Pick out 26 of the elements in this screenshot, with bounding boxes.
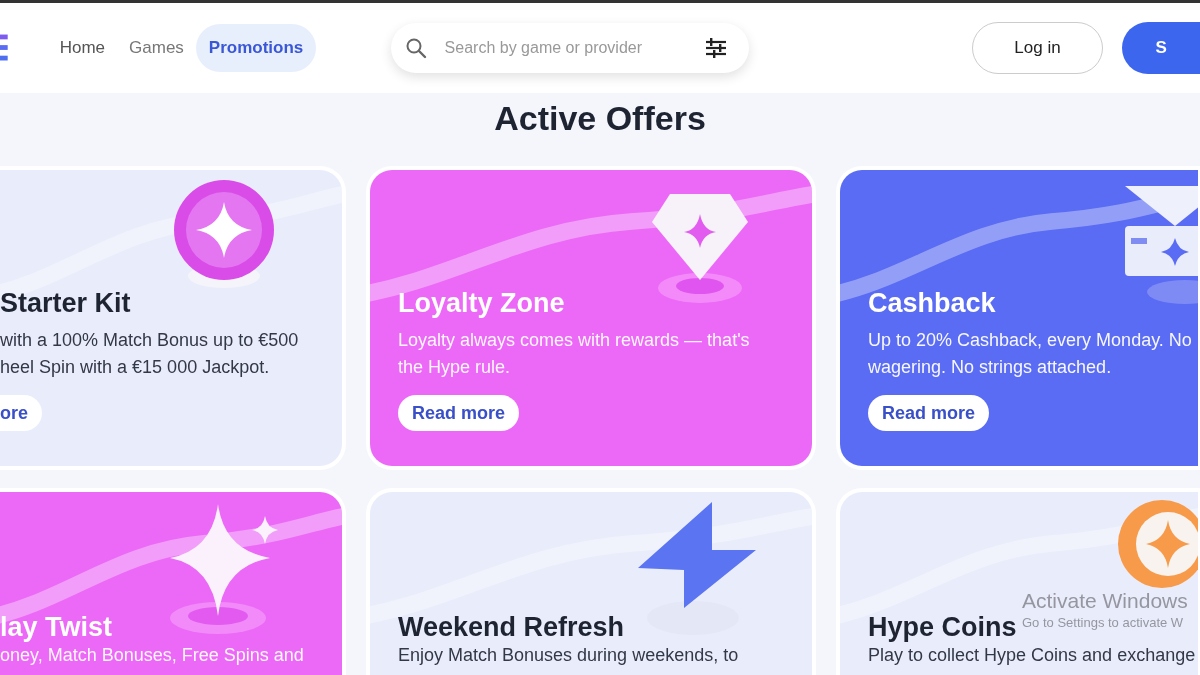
nav-link[interactable]: Games: [117, 24, 196, 72]
offer-title: Loyalty Zone: [398, 288, 565, 319]
offer-title: Starter Kit: [0, 288, 131, 319]
page-title: Active Offers: [493, 99, 707, 138]
read-more-button[interactable]: Read more: [868, 395, 990, 431]
offer-title: Weekend Refresh: [398, 612, 625, 643]
offer-description: Up to 20% Cashback, every Monday. No wagering. No strings attached.: [868, 329, 1193, 379]
filter-sliders-icon[interactable]: [705, 38, 728, 58]
signup-button[interactable]: S: [1121, 22, 1200, 74]
offer-description: with a 100% Match Bonus up to €500 heel Spin with a €15 000 Jackpot.: [0, 329, 300, 379]
read-more-button[interactable]: Read more: [398, 395, 520, 431]
offer-description: Play to collect Hype Coins and exchange: [868, 645, 1197, 665]
offer-title: Hype Coins: [868, 612, 1017, 643]
search-icon: [404, 37, 427, 59]
activation-notice-text: Go to Settings to activate W: [1022, 615, 1185, 630]
login-button[interactable]: Log in: [972, 22, 1103, 74]
nav-link[interactable]: Promotions: [195, 24, 317, 72]
offer-title: Cashback: [868, 288, 996, 319]
offer-description: Enjoy Match Bonuses during weekends, to: [398, 645, 740, 665]
activation-notice-title: Activate Windows: [1022, 589, 1188, 613]
logo-icon[interactable]: [0, 34, 8, 62]
read-more-button[interactable]: ore: [0, 395, 42, 431]
offer-description: oney, Match Bonuses, Free Spins and: [0, 645, 305, 665]
nav-link[interactable]: Home: [47, 24, 118, 72]
offer-description: Loyalty always comes with rewards — that's the Hype rule.: [398, 329, 751, 379]
offer-title: lay Twist: [0, 612, 113, 643]
